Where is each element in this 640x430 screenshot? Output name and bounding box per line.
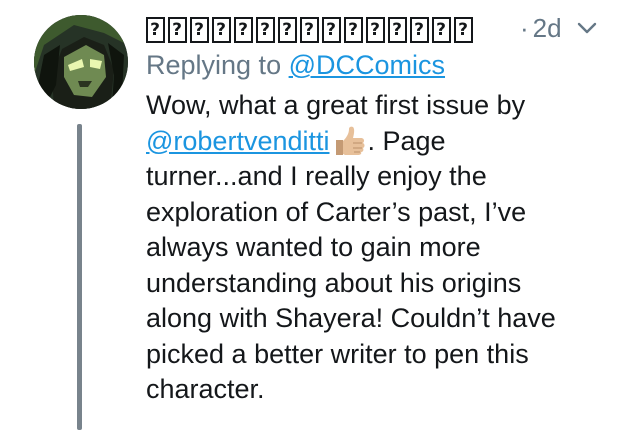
- tweet-header: ???????????????: [146, 8, 476, 48]
- tweet-meta: · 2d: [520, 8, 598, 48]
- tweet-text-line: exploration of Carter’s past, I’ve: [146, 196, 527, 227]
- replying-to-handle[interactable]: @DCComics: [289, 50, 445, 80]
- chevron-down-icon[interactable]: [576, 17, 598, 39]
- display-name[interactable]: ???????????????: [146, 12, 476, 45]
- tweet-text-line: character.: [146, 374, 265, 404]
- tweet-text-segment: . Page: [367, 125, 446, 156]
- display-name-glyph: ?: [432, 16, 451, 43]
- display-name-glyph: ?: [234, 16, 253, 43]
- mention-link[interactable]: @robertvenditti: [146, 126, 330, 156]
- tweet-text-line: Wow, what a great first issue by: [146, 90, 526, 120]
- tweet-text: Wow, what a great first issue by @robert…: [146, 88, 616, 408]
- display-name-glyph: ?: [212, 16, 231, 43]
- display-name-glyph: ?: [388, 16, 407, 43]
- thumbs-up-emoji-icon: [332, 126, 366, 156]
- display-name-glyph: ?: [168, 16, 187, 43]
- tweet-text-line: understanding about his origins: [146, 267, 522, 298]
- avatar[interactable]: [34, 15, 128, 109]
- timestamp[interactable]: 2d: [533, 13, 562, 44]
- display-name-glyph: ?: [410, 16, 429, 43]
- separator-dot: ·: [520, 12, 529, 43]
- tweet-text-line: along with Shayera! Couldn’t have: [146, 303, 556, 333]
- tweet-text-line: @robertvenditti . Page: [146, 124, 616, 160]
- tweet-text-line: turner...and I really enjoy the: [146, 161, 487, 191]
- display-name-glyph: ?: [300, 16, 319, 43]
- replying-to: Replying to @DCComics: [146, 50, 445, 81]
- display-name-glyph: ?: [366, 16, 385, 43]
- thread-line: [77, 124, 82, 430]
- display-name-glyph: ?: [454, 16, 473, 43]
- avatar-image: [34, 15, 128, 109]
- display-name-glyph: ?: [256, 16, 275, 43]
- display-name-glyph: ?: [146, 16, 165, 43]
- display-name-glyph: ?: [278, 16, 297, 43]
- display-name-glyph: ?: [190, 16, 209, 43]
- replying-to-label: Replying to: [146, 50, 289, 80]
- display-name-glyph: ?: [344, 16, 363, 43]
- tweet-text-line: always wanted to gain more: [146, 232, 481, 262]
- tweet-text-line: picked a better writer to pen this: [146, 338, 529, 369]
- tweet: ??????????????? · 2d Replying to @DCComi…: [0, 0, 640, 430]
- display-name-glyph: ?: [322, 16, 341, 43]
